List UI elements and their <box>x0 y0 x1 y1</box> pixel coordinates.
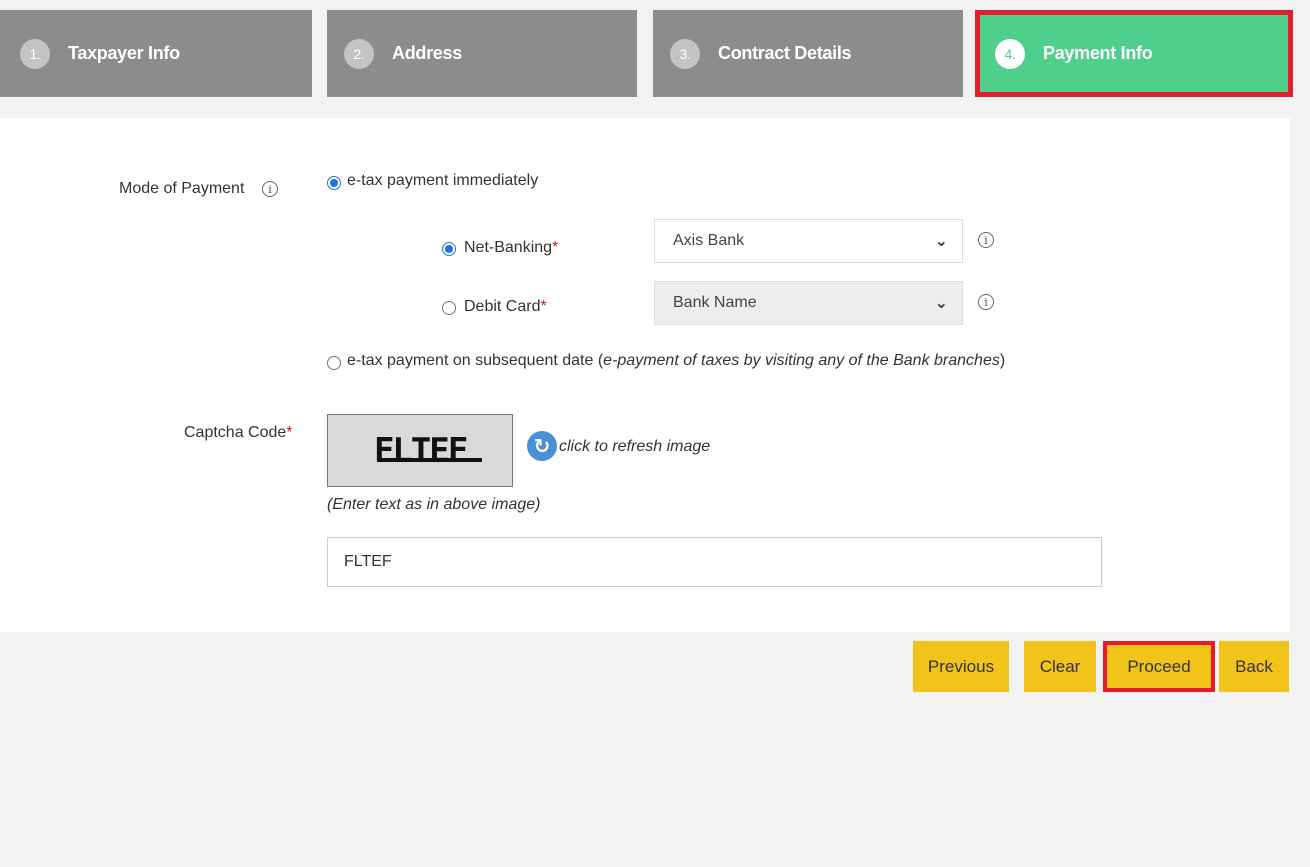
step-address[interactable]: 2. Address <box>327 10 637 97</box>
info-icon[interactable]: i <box>262 181 278 197</box>
step-number: 2. <box>344 38 374 69</box>
step-contract-details[interactable]: 3. Contract Details <box>653 10 963 97</box>
step-label: Payment Info <box>1043 43 1153 63</box>
step-label: Address <box>392 43 462 63</box>
subsequent-payment-label: e-tax payment on subsequent date (e-paym… <box>347 352 1006 369</box>
captcha-image: FLTEF <box>327 414 513 487</box>
step-taxpayer-info[interactable]: 1. Taxpayer Info <box>0 10 312 97</box>
step-number: 3. <box>670 38 700 69</box>
step-label: Taxpayer Info <box>68 43 180 63</box>
previous-button[interactable]: Previous <box>913 641 1009 692</box>
bank-name-placeholder: Bank Name <box>673 294 757 311</box>
subsequent-payment-radio[interactable] <box>327 356 341 370</box>
net-banking-radio[interactable] <box>442 242 456 256</box>
info-icon[interactable]: i <box>978 294 994 310</box>
proceed-button[interactable]: Proceed <box>1103 641 1215 692</box>
net-banking-bank-select[interactable]: Axis Bank ⌄ <box>654 219 963 263</box>
debit-card-radio[interactable] <box>442 301 456 315</box>
clear-button[interactable]: Clear <box>1024 641 1096 692</box>
mode-of-payment-label: Mode of Payment <box>119 180 245 197</box>
progress-stepper: 1. Taxpayer Info 2. Address 3. Contract … <box>0 10 1310 97</box>
refresh-captcha-link[interactable]: click to refresh image <box>559 438 710 456</box>
immediate-payment-radio[interactable] <box>327 176 341 190</box>
captcha-input[interactable] <box>327 537 1102 587</box>
back-button[interactable]: Back <box>1219 641 1289 692</box>
refresh-icon[interactable]: ↻ <box>527 431 557 461</box>
info-icon[interactable]: i <box>978 232 994 248</box>
step-label: Contract Details <box>718 43 852 63</box>
step-number: 4. <box>995 38 1025 69</box>
step-number: 1. <box>20 38 50 69</box>
chevron-down-icon: ⌄ <box>934 233 948 250</box>
captcha-code-label: Captcha Code* <box>184 424 293 441</box>
debit-card-bank-select[interactable]: Bank Name ⌄ <box>654 281 963 325</box>
net-banking-label: Net-Banking* <box>464 239 559 256</box>
immediate-payment-label: e-tax payment immediately <box>347 172 539 189</box>
step-payment-info[interactable]: 4. Payment Info <box>975 10 1293 97</box>
chevron-down-icon: ⌄ <box>934 295 948 312</box>
selected-bank: Axis Bank <box>673 232 745 249</box>
debit-card-label: Debit Card* <box>464 298 547 315</box>
captcha-hint: (Enter text as in above image) <box>327 496 541 513</box>
